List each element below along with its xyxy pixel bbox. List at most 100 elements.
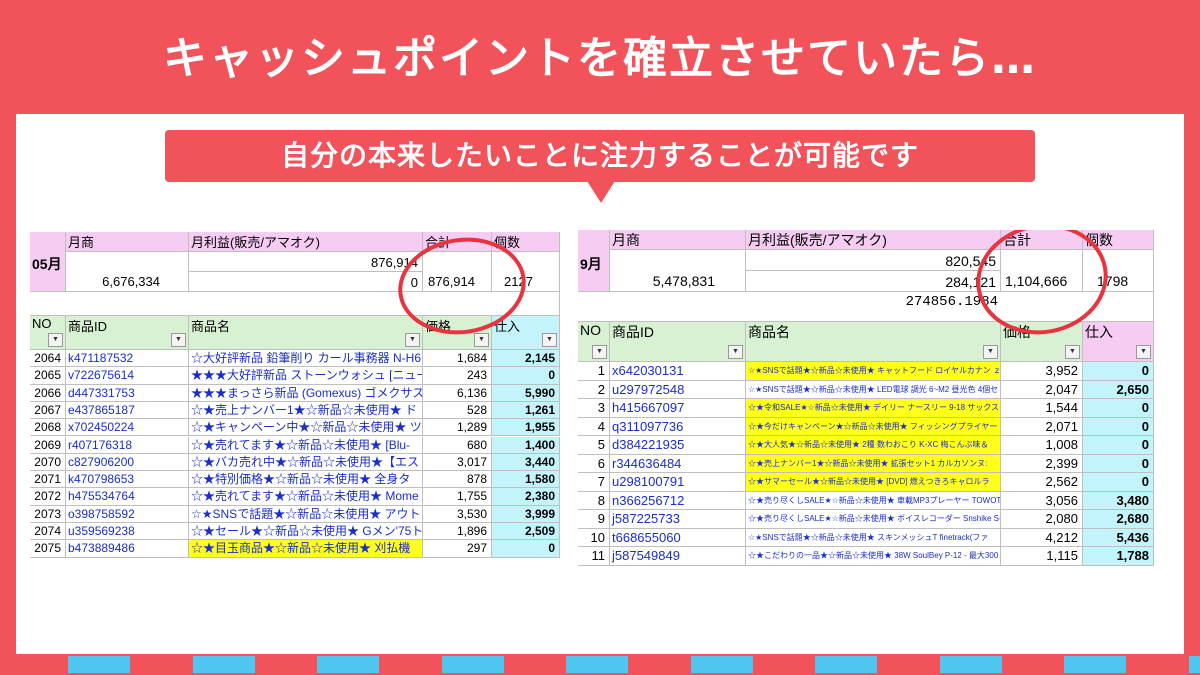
row-purchase: 0	[1083, 473, 1154, 492]
row-no: 2072	[30, 488, 66, 506]
filter-dropdown-icon[interactable]: ▼	[474, 333, 489, 347]
row-product-id: e437865187	[66, 401, 189, 420]
row-price: 1,544	[1001, 399, 1083, 418]
col-no-header[interactable]: NO ▼	[30, 316, 66, 350]
col-name-label: 商品名	[191, 319, 231, 334]
col-name-header[interactable]: 商品名 ▼	[189, 316, 423, 350]
col-name-header[interactable]: 商品名 ▼	[746, 322, 1001, 362]
row-product-name: ☆★こだわりの一品★☆新品☆未使用★ 38W SoulBey P-12 - 最大…	[746, 547, 1001, 566]
row-no: 2070	[30, 453, 66, 472]
row-purchase: 2,145	[492, 350, 560, 368]
row-product-name: ☆★キャンペーン中★☆新品☆未使用★ ツ	[189, 419, 423, 437]
filter-dropdown-icon[interactable]: ▼	[1136, 345, 1151, 359]
row-purchase: 0	[492, 367, 560, 385]
row-product-id: h475534764	[66, 488, 189, 506]
row-product-name: ☆★サマーセール★☆新品☆未使用★ [DVD] 燃えつきろキャロルラ	[746, 473, 1001, 492]
stripe-block	[566, 656, 628, 673]
row-no: 2067	[30, 401, 66, 420]
col-id-label: 商品ID	[68, 319, 108, 334]
row-purchase: 0	[1083, 436, 1154, 455]
filter-dropdown-icon[interactable]: ▼	[592, 345, 607, 359]
profit-label: 月利益(販売/アマオク)	[189, 232, 423, 252]
row-product-id: t668655060	[610, 528, 746, 547]
row-purchase: 2,680	[1083, 510, 1154, 529]
row-product-name: ☆★売り尽くしSALE★☆新品☆未使用★ ボイスレコーダー Snshike S-…	[746, 510, 1001, 529]
stripe-block	[317, 656, 379, 673]
row-product-id: d384221935	[610, 436, 746, 455]
row-product-id: x702450224	[66, 419, 189, 437]
row-price: 3,056	[1001, 491, 1083, 510]
filter-dropdown-icon[interactable]: ▼	[728, 345, 743, 359]
row-no: 8	[578, 491, 610, 510]
banner-tail	[587, 181, 615, 203]
stripe-block	[1188, 656, 1200, 673]
row-product-name: ☆★SNSで話題★☆新品☆未使用★ キャットフード ロイヤルカナン ｚ-	[746, 362, 1001, 381]
filter-dropdown-icon[interactable]: ▼	[48, 333, 63, 347]
row-product-id: v722675614	[66, 367, 189, 385]
row-purchase: 2,650	[1083, 380, 1154, 399]
spreadsheet-may: 05月 月商 月利益(販売/アマオク) 合計 個数 6,676,334 876,…	[30, 232, 560, 568]
stripe-block	[690, 656, 753, 673]
row-price: 1,896	[423, 523, 492, 541]
row-no: 10	[578, 528, 610, 547]
col-id-header[interactable]: 商品ID ▼	[66, 316, 189, 350]
row-price: 2,071	[1001, 417, 1083, 436]
stripe-block	[939, 656, 1002, 673]
row-no: 5	[578, 436, 610, 455]
row-product-name: ★★★大好評新品 ストーンウォシュ [ニュー	[189, 367, 423, 385]
sales-label: 月商	[66, 232, 189, 252]
row-product-name: ☆★売れてます★☆新品☆未使用★ Mome	[189, 488, 423, 506]
profit-value-1: 820,545	[746, 250, 1001, 271]
row-product-name: ☆★バカ売れ中★☆新品☆未使用★【エス	[189, 453, 423, 472]
row-no: 3	[578, 399, 610, 418]
month-cell: 05月	[30, 232, 66, 292]
month-cell: 9月	[578, 230, 610, 292]
row-no: 2075	[30, 540, 66, 558]
filter-dropdown-icon[interactable]: ▼	[405, 333, 420, 347]
row-price: 1,684	[423, 350, 492, 368]
row-no: 9	[578, 510, 610, 529]
col-buy-header[interactable]: 仕入 ▼	[1083, 322, 1154, 362]
sales-label: 月商	[610, 230, 746, 250]
sales-value: 6,676,334	[66, 252, 189, 292]
row-price: 2,047	[1001, 380, 1083, 399]
decorative-stripe	[0, 654, 1200, 675]
row-purchase: 1,580	[492, 471, 560, 489]
row-purchase: 1,400	[492, 436, 560, 454]
row-product-id: r344636484	[610, 454, 746, 473]
row-product-id: k471187532	[66, 350, 189, 368]
row-product-name: ☆★SNSで話題★☆新品☆未使用★ アウト	[189, 505, 423, 523]
row-product-id: h415667097	[610, 399, 746, 418]
filter-dropdown-icon[interactable]: ▼	[171, 333, 186, 347]
col-id-header[interactable]: 商品ID ▼	[610, 322, 746, 362]
row-purchase: 2,509	[492, 523, 560, 541]
row-no: 6	[578, 454, 610, 473]
row-product-id: o398758592	[66, 505, 189, 523]
filter-dropdown-icon[interactable]: ▼	[1065, 345, 1080, 359]
col-no-header[interactable]: NO ▼	[578, 322, 610, 362]
row-no: 2069	[30, 436, 66, 454]
col-buy-header[interactable]: 仕入 ▼	[492, 316, 560, 350]
profit-value-2: 0	[189, 272, 423, 292]
row-no: 4	[578, 417, 610, 436]
col-buy-label: 仕入	[1085, 324, 1113, 340]
row-price: 297	[423, 540, 492, 558]
filter-dropdown-icon[interactable]: ▼	[542, 333, 557, 347]
row-no: 2064	[30, 350, 66, 368]
row-product-id: q311097736	[610, 417, 746, 436]
profit-label: 月利益(販売/アマオク)	[746, 230, 1001, 250]
profit-value-1: 876,914	[189, 252, 423, 272]
row-price: 2,562	[1001, 473, 1083, 492]
row-price: 6,136	[423, 384, 492, 402]
row-no: 2074	[30, 523, 66, 541]
stripe-block	[815, 656, 877, 673]
row-product-name: ☆★今だけキャンペーン★☆新品☆未使用★ フィッシングプライヤー	[746, 417, 1001, 436]
row-no: 11	[578, 547, 610, 566]
col-id-label: 商品ID	[612, 324, 654, 340]
filter-dropdown-icon[interactable]: ▼	[983, 345, 998, 359]
row-price: 243	[423, 367, 492, 385]
row-purchase: 5,436	[1083, 528, 1154, 547]
banner: 自分の本来したいことに注力することが可能です	[165, 130, 1035, 182]
row-purchase: 2,380	[492, 488, 560, 506]
row-product-id: d447331753	[66, 384, 189, 402]
